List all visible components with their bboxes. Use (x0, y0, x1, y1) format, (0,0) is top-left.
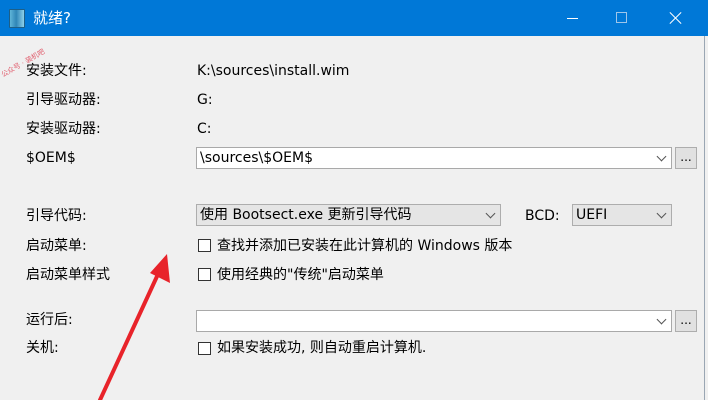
annotation-arrow-shaft (98, 270, 161, 400)
annotation-arrow-head (150, 254, 170, 283)
annotation-arrow (98, 254, 170, 400)
